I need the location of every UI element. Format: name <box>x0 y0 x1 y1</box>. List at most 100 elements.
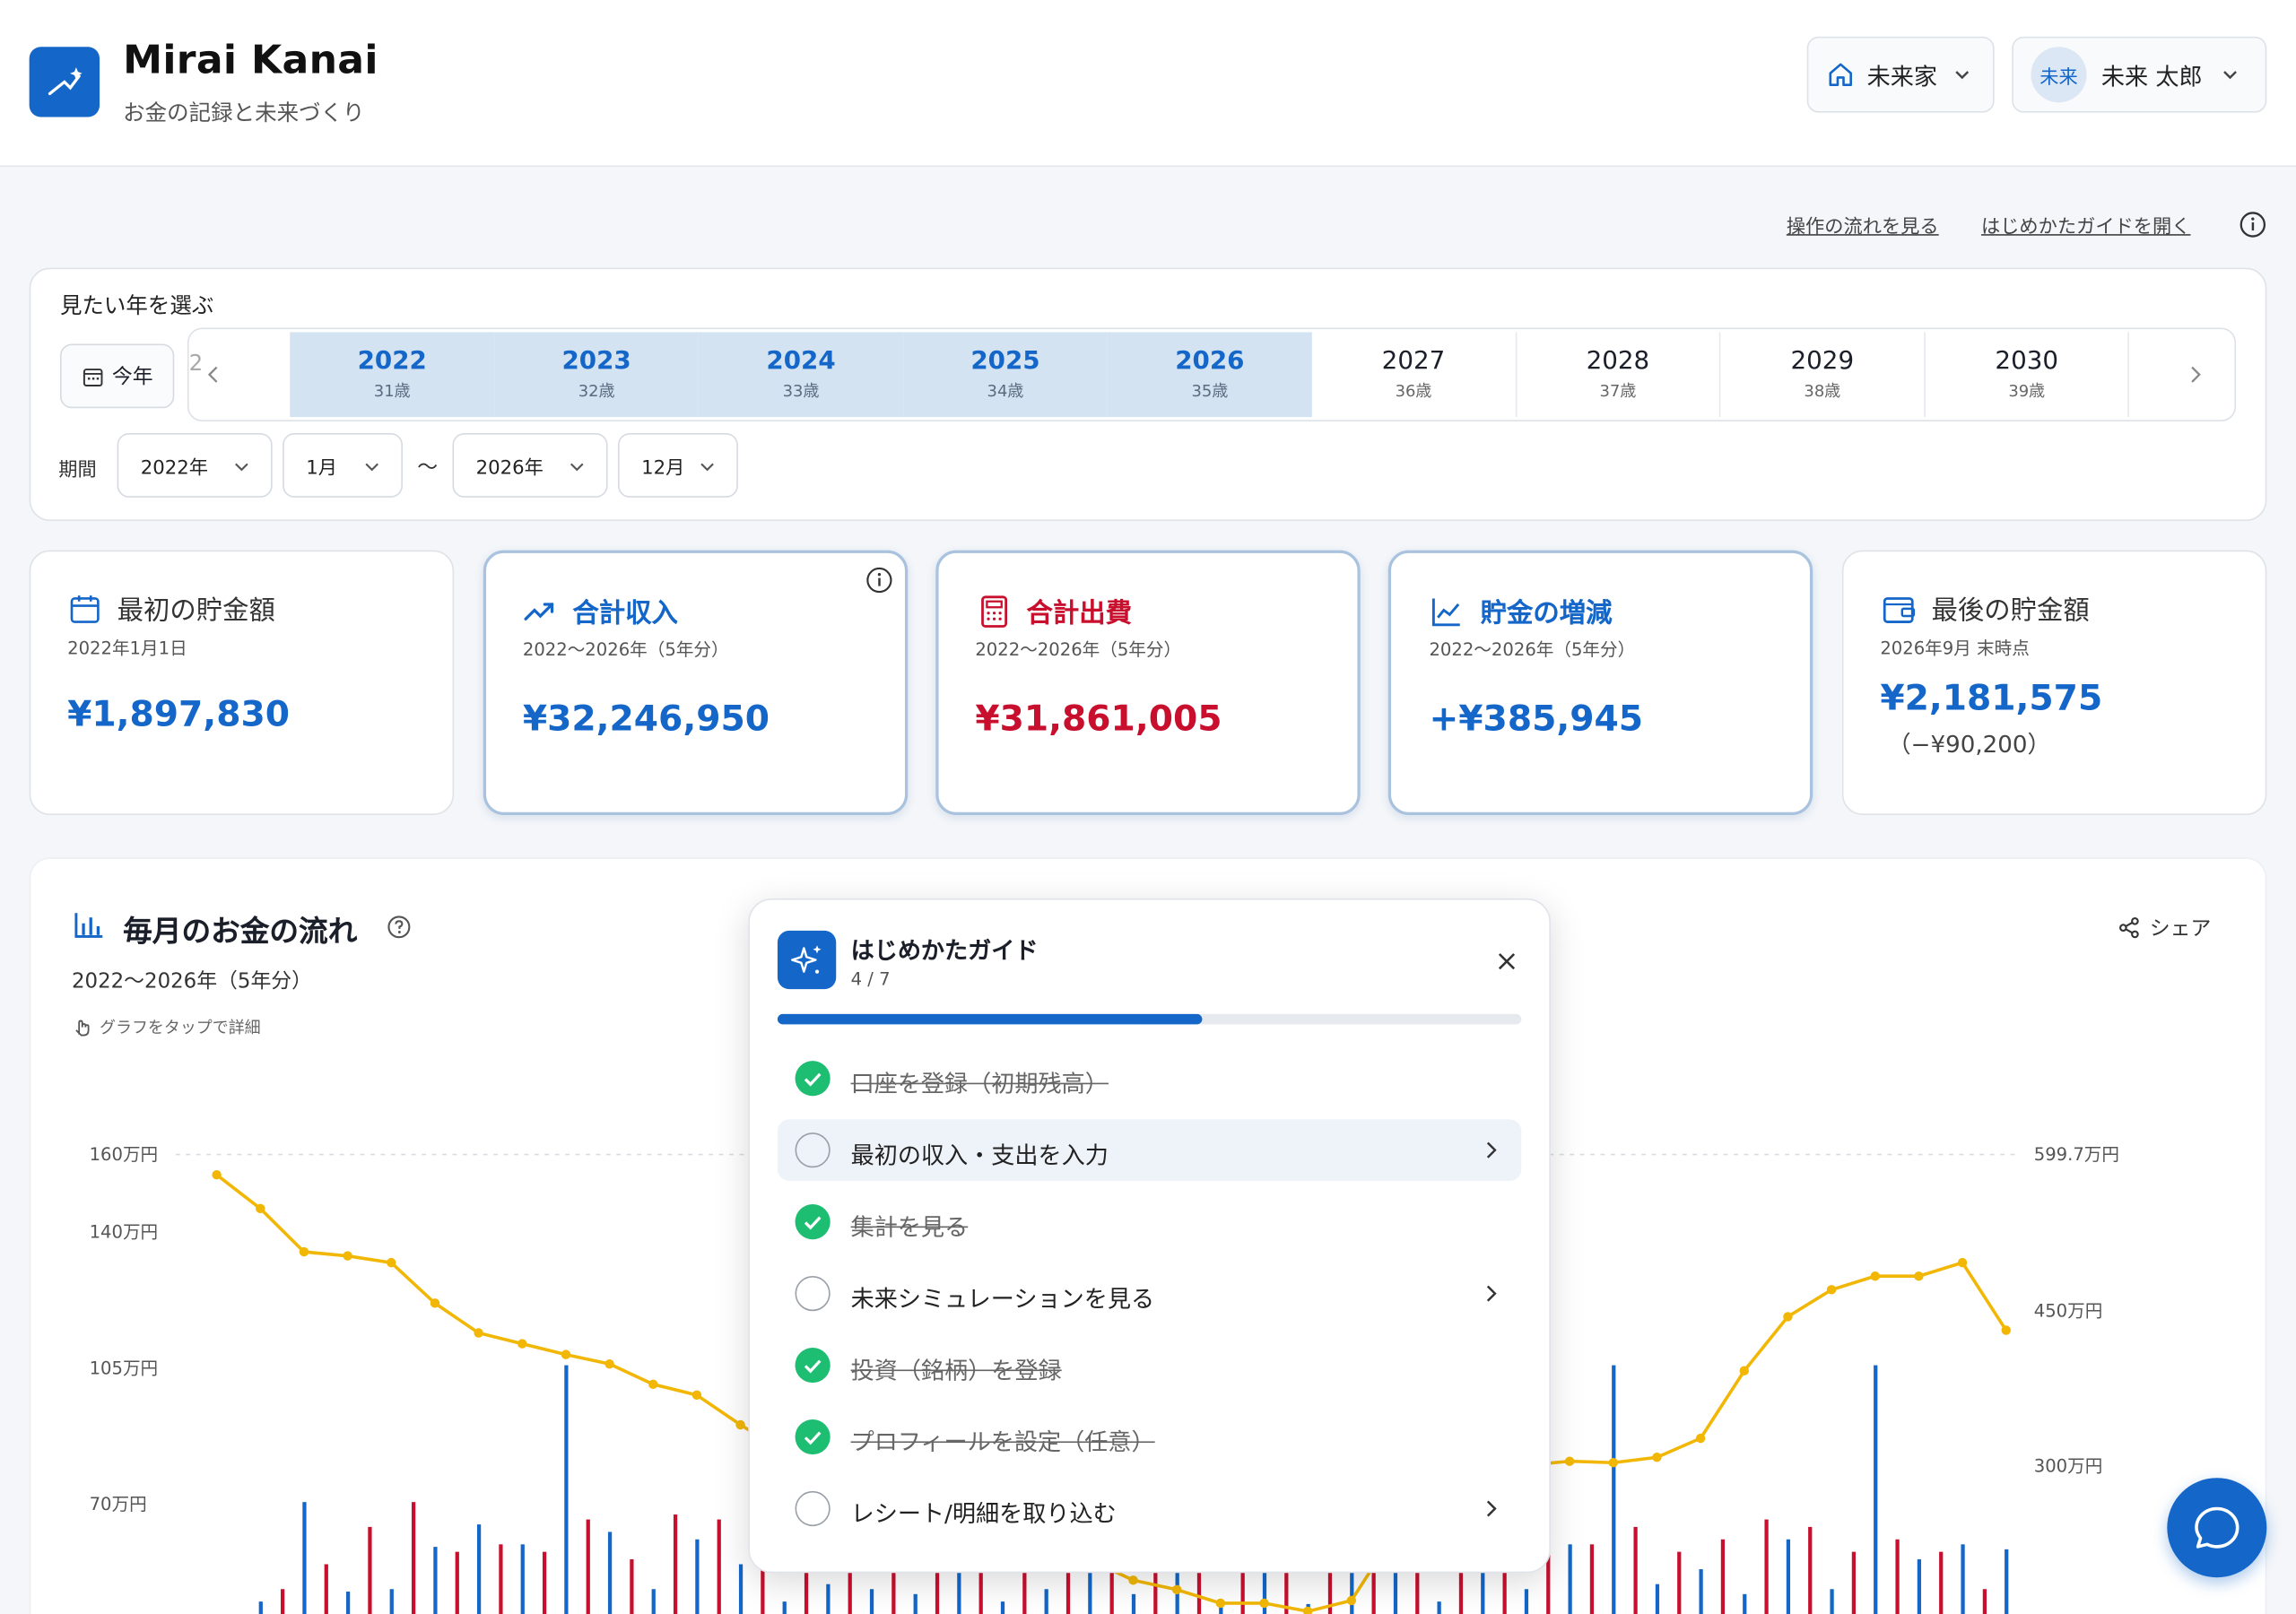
bar-income[interactable] <box>651 1589 656 1614</box>
bar-expense[interactable] <box>542 1551 547 1614</box>
bar-income[interactable] <box>1655 1584 1660 1614</box>
bar-income[interactable] <box>1393 1569 1398 1614</box>
bar-expense[interactable] <box>673 1514 678 1614</box>
year-cell-2029[interactable]: 2029 38歳 <box>1721 332 1926 418</box>
bar-income[interactable] <box>2005 1549 2009 1614</box>
user-menu[interactable]: 未来 未来 太郎 <box>2012 36 2267 113</box>
bar-income[interactable] <box>389 1589 394 1614</box>
savings-point[interactable] <box>1783 1312 1793 1322</box>
bar-expense[interactable] <box>1764 1519 1769 1614</box>
bar-expense[interactable] <box>411 1502 416 1614</box>
end-balance-card[interactable]: 最後の貯金額 2026年9月 末時点 ¥2,181,575 （−¥90,200） <box>1841 550 2267 815</box>
info-icon[interactable] <box>865 567 893 594</box>
savings-point[interactable] <box>691 1390 702 1401</box>
year-cell-2030[interactable]: 2030 39歳 <box>1926 332 2130 418</box>
guide-link[interactable]: はじめかたガイドを開く <box>1981 211 2190 239</box>
savings-point[interactable] <box>604 1358 614 1369</box>
year-cell-2022[interactable]: 2022 31歳 <box>290 332 495 418</box>
savings-point[interactable] <box>1870 1271 1880 1281</box>
year-cell-next[interactable] <box>2130 332 2235 417</box>
from-month-select[interactable]: 1月 <box>283 433 403 498</box>
savings-point[interactable] <box>1128 1575 1138 1585</box>
savings-point[interactable] <box>430 1298 440 1308</box>
bar-income[interactable] <box>869 1589 874 1614</box>
guide-item-register-investment[interactable]: 投資（銘柄）を登録 <box>778 1334 1521 1396</box>
bar-expense[interactable] <box>630 1558 634 1614</box>
bar-income[interactable] <box>520 1544 525 1614</box>
to-year-select[interactable]: 2026年 <box>452 433 608 498</box>
bar-income[interactable] <box>1568 1544 1572 1614</box>
help-icon[interactable] <box>387 915 412 940</box>
bar-income[interactable] <box>1961 1544 1965 1614</box>
bar-expense[interactable] <box>717 1519 721 1614</box>
bar-expense[interactable] <box>499 1544 503 1614</box>
bar-income[interactable] <box>1917 1558 1922 1614</box>
bar-expense[interactable] <box>455 1551 459 1614</box>
savings-point[interactable] <box>1914 1271 1924 1281</box>
savings-point[interactable] <box>1215 1598 1226 1609</box>
bar-expense[interactable] <box>586 1519 590 1614</box>
bar-expense[interactable] <box>1677 1551 1682 1614</box>
bar-expense[interactable] <box>1720 1539 1726 1614</box>
savings-point[interactable] <box>474 1328 483 1338</box>
savings-point[interactable] <box>1695 1433 1706 1444</box>
savings-point[interactable] <box>1171 1584 1182 1595</box>
savings-point[interactable] <box>1564 1456 1575 1466</box>
year-cell-2025[interactable]: 2025 34歳 <box>903 332 1108 418</box>
chat-button[interactable] <box>2167 1478 2267 1578</box>
bar-income[interactable] <box>1524 1589 1529 1614</box>
bar-income[interactable] <box>913 1593 918 1614</box>
savings-point[interactable] <box>648 1379 658 1390</box>
bar-expense[interactable] <box>1633 1526 1638 1614</box>
total-expense-card[interactable]: 合計出費 2022〜2026年（5年分） ¥31,861,005 <box>935 550 1361 815</box>
bar-income[interactable] <box>1000 1601 1005 1614</box>
guide-item-future-simulation[interactable]: 未来シミュレーションを見る <box>778 1263 1521 1324</box>
bar-income[interactable] <box>433 1547 438 1614</box>
savings-point[interactable] <box>561 1349 571 1359</box>
savings-point[interactable] <box>1957 1257 1968 1268</box>
savings-point[interactable] <box>735 1419 745 1430</box>
bar-income[interactable] <box>302 1502 307 1614</box>
bar-income[interactable] <box>738 1564 744 1614</box>
year-cell-2023[interactable]: 2023 32歳 <box>494 332 700 418</box>
bar-income[interactable] <box>782 1601 787 1614</box>
flow-link[interactable]: 操作の流れを見る <box>1787 211 1939 239</box>
chevron-right-icon[interactable] <box>2188 364 2203 385</box>
savings-change-card[interactable]: 貯金の増減 2022〜2026年（5年分） +¥385,945 <box>1387 550 1813 815</box>
bar-income[interactable] <box>1437 1601 1441 1614</box>
bar-income[interactable] <box>476 1524 482 1614</box>
bar-expense[interactable] <box>368 1526 372 1614</box>
guide-item-import-receipts[interactable]: レシート/明細を取り込む <box>778 1478 1521 1540</box>
bar-expense[interactable] <box>1895 1539 1900 1614</box>
savings-point[interactable] <box>343 1251 352 1261</box>
savings-point[interactable] <box>212 1169 222 1180</box>
bar-income[interactable] <box>564 1365 569 1614</box>
year-cell-2027[interactable]: 2027 36歳 <box>1312 332 1517 418</box>
bar-income[interactable] <box>607 1532 613 1614</box>
bar-expense[interactable] <box>324 1564 328 1614</box>
guide-item-first-entry[interactable]: 最初の収入・支出を入力 <box>777 1119 1522 1181</box>
bar-income[interactable] <box>1131 1593 1136 1614</box>
bar-income[interactable] <box>695 1539 700 1614</box>
total-income-card[interactable]: 合計収入 2022〜2026年（5年分） ¥32,246,950 <box>483 550 909 815</box>
share-button[interactable]: シェア <box>2118 913 2211 942</box>
savings-point[interactable] <box>1739 1366 1749 1375</box>
savings-point[interactable] <box>1826 1285 1837 1295</box>
savings-point[interactable] <box>256 1203 265 1214</box>
guide-item-view-summary[interactable]: 集計を見る <box>778 1191 1521 1253</box>
savings-point[interactable] <box>1608 1457 1619 1468</box>
bar-income[interactable] <box>1044 1589 1048 1614</box>
savings-point[interactable] <box>1302 1606 1313 1614</box>
bar-income[interactable] <box>1612 1365 1616 1614</box>
savings-point[interactable] <box>1346 1595 1357 1606</box>
year-cell-2024[interactable]: 2024 33歳 <box>699 332 903 418</box>
bar-income[interactable] <box>1830 1589 1834 1614</box>
guide-item-register-account[interactable]: 口座を登録（初期残高） <box>778 1047 1521 1109</box>
guide-item-profile[interactable]: プロフィールを設定（任意） <box>778 1406 1521 1468</box>
year-cell-prev[interactable]: 2 <box>189 332 289 417</box>
savings-point[interactable] <box>517 1339 527 1349</box>
bar-expense[interactable] <box>1589 1544 1595 1614</box>
bar-income[interactable] <box>1786 1539 1791 1614</box>
today-button[interactable]: 今年 <box>59 343 175 409</box>
bar-expense[interactable] <box>1851 1551 1857 1614</box>
